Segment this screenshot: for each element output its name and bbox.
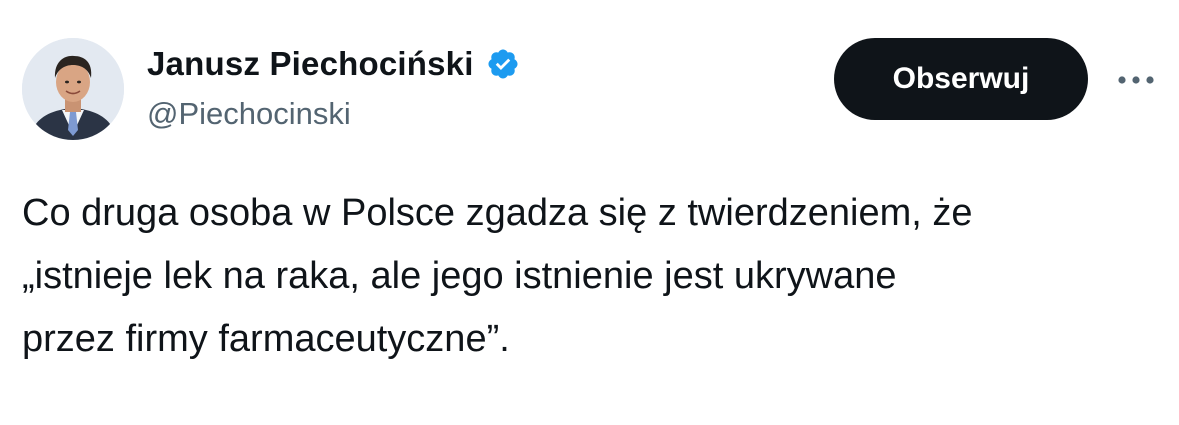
tweet-text-line: „istnieje lek na raka, ale jego istnieni… [22, 255, 897, 297]
avatar-photo [22, 38, 124, 140]
avatar[interactable] [22, 38, 124, 140]
tweet-card: Janusz Piechociński @Piechocinski Obserw… [0, 0, 1179, 425]
tweet-text-line: przez firmy farmaceutyczne”. [22, 318, 510, 360]
more-options-icon[interactable] [1108, 60, 1164, 100]
tweet-text-line: Co druga osoba w Polsce zgadza się z twi… [22, 192, 973, 234]
verified-badge-icon [486, 47, 520, 81]
tweet-text: Co druga osoba w Polsce zgadza się z twi… [22, 182, 1162, 371]
author-handle[interactable]: @Piechocinski [147, 96, 351, 132]
author-display-name[interactable]: Janusz Piechociński [147, 45, 474, 83]
follow-button[interactable]: Obserwuj [834, 38, 1088, 120]
author-name-row: Janusz Piechociński [147, 42, 520, 86]
